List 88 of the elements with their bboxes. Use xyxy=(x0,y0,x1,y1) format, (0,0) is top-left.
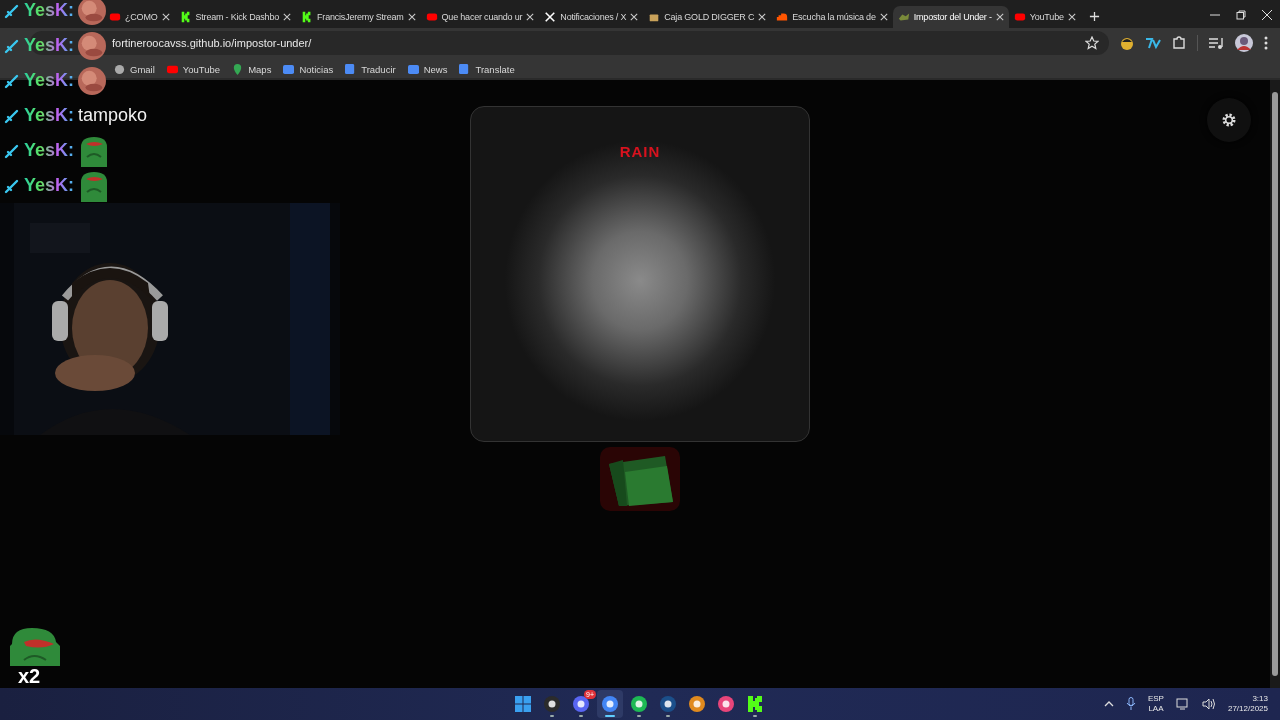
tab-favicon-icon xyxy=(776,11,789,23)
extensions-puzzle-icon[interactable] xyxy=(1171,35,1187,51)
tab-favicon-icon xyxy=(648,11,661,23)
bookmark-item[interactable]: News xyxy=(407,64,448,75)
browser-tab[interactable]: Caja GOLD DIGGER C xyxy=(643,6,772,28)
bookmark-item[interactable]: Translate xyxy=(459,64,515,75)
sword-icon xyxy=(4,142,20,159)
volume-icon[interactable] xyxy=(1201,697,1216,711)
video-icon xyxy=(166,64,178,75)
bookmark-item[interactable]: YouTube xyxy=(166,64,221,75)
app-icon xyxy=(543,695,561,713)
sword-icon xyxy=(4,177,20,194)
k-logo-icon xyxy=(746,695,764,713)
url-text: fortineroocavss.github.io/impostor-under/ xyxy=(112,37,313,49)
extension-icon[interactable] xyxy=(1145,35,1161,51)
microphone-icon[interactable] xyxy=(1125,697,1136,711)
media-queue-icon[interactable] xyxy=(1208,35,1224,51)
game-title: RAIN xyxy=(619,143,661,160)
sword-icon xyxy=(4,72,20,89)
browser-tab[interactable]: Stream - Kick Dashbo xyxy=(174,6,297,28)
close-icon[interactable] xyxy=(630,13,639,21)
tab-title: Escucha la música de xyxy=(792,12,876,22)
app-icon xyxy=(717,695,735,713)
globe-icon xyxy=(114,64,125,75)
tab-favicon-icon xyxy=(425,11,438,23)
close-icon[interactable] xyxy=(879,13,888,21)
combo-count: x2 xyxy=(18,666,41,686)
close-icon[interactable] xyxy=(1262,10,1272,20)
tab-title: Impostor del Under - xyxy=(913,12,992,22)
sword-icon xyxy=(4,37,20,54)
tab-title: Notificaciones / X xyxy=(560,12,627,22)
profile-avatar-icon[interactable] xyxy=(1234,33,1254,53)
chat-message: tampoko xyxy=(78,105,148,126)
new-tab-plus-icon[interactable] xyxy=(1088,11,1100,22)
browser-tab[interactable]: Que hacer cuando ur xyxy=(420,6,540,28)
restore-icon[interactable] xyxy=(1236,10,1246,20)
tab-title: YouTube xyxy=(1029,12,1064,22)
language-indicator[interactable]: ESP LAA xyxy=(1147,694,1164,714)
extension-icon[interactable] xyxy=(1119,35,1135,51)
tab-title: ¿COMO xyxy=(125,12,158,22)
news-icon xyxy=(407,64,419,75)
taskbar-app[interactable] xyxy=(597,690,623,718)
translate-icon xyxy=(459,64,471,75)
tab-favicon-icon xyxy=(109,11,121,23)
translate-icon xyxy=(345,64,357,75)
gear-icon xyxy=(1221,112,1237,128)
tab-title: Caja GOLD DIGGER C xyxy=(664,12,755,22)
tab-favicon-icon xyxy=(179,11,192,23)
browser-tab[interactable]: Escucha la música de xyxy=(771,6,893,28)
browser-tab[interactable]: Notificaciones / X xyxy=(539,6,644,28)
sword-icon xyxy=(4,2,20,19)
close-icon[interactable] xyxy=(1067,13,1076,21)
news-icon xyxy=(283,64,295,75)
tab-favicon-icon xyxy=(544,11,557,23)
browser-tab[interactable]: YouTube xyxy=(1008,6,1081,28)
app-icon xyxy=(630,695,648,713)
close-icon[interactable] xyxy=(283,13,292,21)
clock[interactable]: 3:13 27/12/2025 xyxy=(1227,694,1268,714)
bookmark-item[interactable]: Noticias xyxy=(283,64,334,75)
bookmark-star-icon[interactable] xyxy=(1085,36,1099,50)
bookmark-item[interactable]: Gmail xyxy=(114,64,155,75)
close-icon[interactable] xyxy=(758,13,767,21)
tab-favicon-icon xyxy=(897,11,910,23)
browser-tab[interactable]: Impostor del Under - xyxy=(892,6,1009,28)
sword-icon xyxy=(4,107,20,124)
map-pin-icon xyxy=(232,64,244,75)
tab-title: Stream - Kick Dashbo xyxy=(195,12,280,22)
close-icon[interactable] xyxy=(161,13,170,21)
close-icon[interactable] xyxy=(526,13,535,21)
app-icon xyxy=(688,695,706,713)
network-icon[interactable] xyxy=(1175,697,1190,711)
close-icon[interactable] xyxy=(407,13,416,21)
bookmark-item[interactable]: Maps xyxy=(232,64,272,75)
tab-title: Que hacer cuando ur xyxy=(441,12,523,22)
chevron-up-icon[interactable] xyxy=(1103,699,1114,709)
bookmark-item[interactable]: Traducir xyxy=(345,64,396,75)
grid-logo-icon xyxy=(514,695,532,713)
menu-icon[interactable] xyxy=(1264,35,1268,51)
settings-button[interactable] xyxy=(1207,98,1251,142)
close-icon[interactable] xyxy=(995,13,1004,21)
app-icon xyxy=(659,695,677,713)
tab-favicon-icon xyxy=(1013,11,1026,23)
browser-tab[interactable]: ¿COMO xyxy=(104,6,175,28)
tab-title: FrancisJeremy Stream xyxy=(317,12,404,22)
browser-tab[interactable]: FrancisJeremy Stream xyxy=(296,6,421,28)
app-icon xyxy=(572,695,590,713)
app-icon xyxy=(601,695,619,713)
scrollbar[interactable] xyxy=(1270,80,1280,688)
